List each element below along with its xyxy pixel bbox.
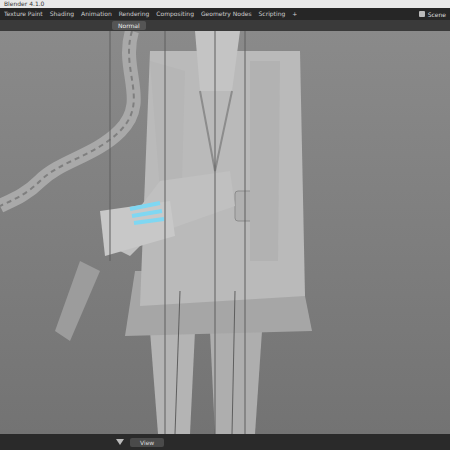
selected-fingers: [130, 203, 164, 223]
neck-collar: [195, 31, 240, 91]
workspace-tab[interactable]: Rendering: [119, 8, 150, 20]
left-upper-arm: [150, 61, 185, 191]
workspace-tab[interactable]: Texture Paint: [4, 8, 43, 20]
hand: [100, 201, 175, 256]
3d-viewport[interactable]: [0, 31, 450, 434]
viewport-header: Normal: [0, 20, 450, 31]
orientation-dropdown[interactable]: Normal: [112, 21, 146, 30]
window-title: Blender 4.1.0: [4, 0, 44, 8]
armature-bones: [110, 31, 245, 434]
lapel: [200, 91, 232, 171]
workspace-tab[interactable]: Compositing: [156, 8, 194, 20]
view-field[interactable]: View: [130, 438, 164, 447]
braid-detail: [0, 31, 134, 206]
workspace-tab[interactable]: +: [292, 8, 297, 20]
right-leg: [210, 331, 262, 434]
workspace-tab[interactable]: Geometry Nodes: [201, 8, 252, 20]
character-model[interactable]: [0, 31, 450, 434]
blender-window: Blender 4.1.0Texture Paint Shading Animati…: [0, 0, 450, 450]
cable: [55, 261, 100, 341]
braid: [0, 31, 134, 206]
workspace-tabs: Texture Paint Shading Animation Rendering Co…: [4, 8, 297, 20]
scene-icon: [419, 11, 425, 17]
workspace-tab[interactable]: Shading: [50, 8, 74, 20]
workspace-tab[interactable]: Animation: [81, 8, 112, 20]
left-leg: [150, 331, 195, 434]
right-arm: [250, 61, 280, 261]
filter-icon[interactable]: [116, 439, 124, 445]
title-bar: Blender 4.1.0: [0, 0, 450, 8]
workspace-tab-bar: Texture Paint Shading Animation Rendering Co…: [0, 8, 450, 20]
scene-selector[interactable]: Scene: [419, 11, 446, 18]
scene-label: Scene: [428, 11, 446, 18]
workspace-tab[interactable]: Scripting: [259, 8, 286, 20]
orientation-label: Normal: [118, 22, 140, 29]
status-bar: View: [0, 434, 450, 450]
